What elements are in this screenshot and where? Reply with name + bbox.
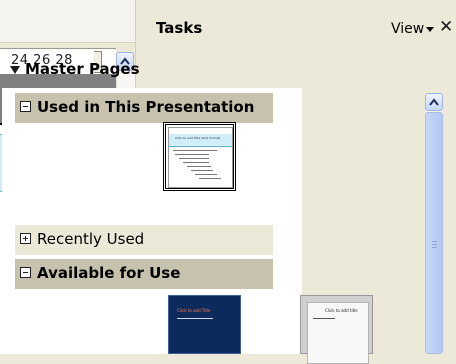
plus-box-icon[interactable] — [20, 233, 31, 244]
section-recently-used[interactable]: Recently Used — [15, 225, 273, 255]
grip-line — [432, 244, 437, 245]
thumbnail-title-text: Click to add Title — [177, 308, 211, 313]
section-label-recent: Recently Used — [37, 230, 145, 248]
thumbnail-line — [175, 154, 209, 155]
thumbnail-line — [313, 318, 335, 319]
thumbnail-line — [173, 150, 217, 151]
thumbnail-line — [191, 170, 213, 171]
section-available-for-use[interactable]: Available for Use — [15, 259, 273, 289]
thumbnail-line — [177, 318, 213, 319]
minus-box-icon[interactable] — [20, 101, 31, 112]
close-icon[interactable]: ✕ — [439, 17, 453, 37]
thumbnail-title-text: Click to add title — [325, 308, 358, 313]
section-label-used: Used in This Presentation — [37, 98, 255, 116]
tasks-scroll-up-button[interactable] — [425, 93, 443, 111]
thumbnail-line — [187, 166, 211, 167]
thumbnail-line — [195, 174, 217, 175]
thumbnail-line — [183, 162, 209, 163]
master-pages-label[interactable]: Master Pages — [25, 60, 140, 78]
grip-line — [432, 241, 437, 242]
view-menu-button[interactable]: View — [391, 21, 424, 37]
master-page-thumbnail-gray[interactable]: Click to add title — [300, 295, 373, 364]
thumbnail-line — [199, 178, 221, 179]
thumbnail-title-text: Click to add Title (text format) — [175, 136, 221, 140]
tasks-scrollbar-thumb[interactable] — [425, 112, 443, 354]
thumbnail-line — [179, 158, 209, 159]
grip-line — [432, 247, 437, 248]
master-page-thumbnail-dark[interactable]: Click to add Title — [168, 295, 241, 354]
section-label-available: Available for Use — [37, 264, 181, 282]
chevron-up-icon — [429, 98, 439, 106]
master-pages-panel: Used in This Presentation Recently Used … — [2, 88, 302, 354]
tasks-header: Tasks View ✕ — [150, 0, 456, 50]
thumbnail-preview: Click to add Title (text format) — [168, 127, 233, 188]
minus-box-icon[interactable] — [20, 267, 31, 278]
master-page-thumbnail-used[interactable]: Click to add Title (text format) — [163, 122, 236, 191]
toolbar-area — [0, 0, 137, 43]
dropdown-arrow-icon[interactable] — [426, 27, 434, 32]
collapse-triangle-icon[interactable] — [10, 66, 20, 74]
tasks-title: Tasks — [156, 19, 203, 37]
section-used-in-presentation[interactable]: Used in This Presentation — [15, 93, 273, 123]
